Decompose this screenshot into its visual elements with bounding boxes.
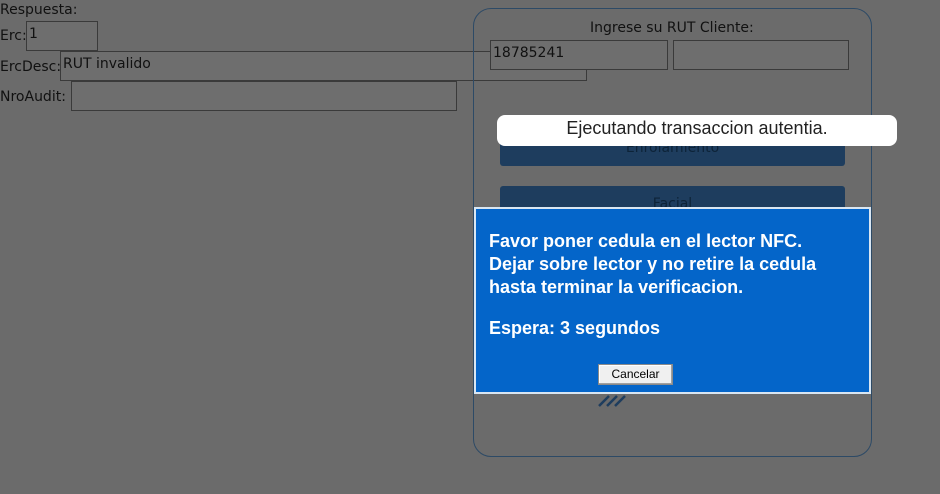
nroaudit-field[interactable]: [71, 81, 457, 111]
erc-field[interactable]: 1: [26, 21, 98, 51]
erc-label: Erc:: [0, 28, 27, 44]
nroaudit-label: NroAudit:: [0, 89, 66, 105]
rut-panel-title: Ingrese su RUT Cliente:: [590, 20, 754, 36]
cancel-button[interactable]: Cancelar: [598, 364, 673, 385]
ercdesc-label: ErcDesc:: [0, 59, 62, 75]
rut-input[interactable]: 18785241: [490, 40, 668, 70]
status-toast: Ejecutando transaccion autentia.: [497, 115, 897, 146]
dialog-message-line: Dejar sobre lector y no retire la cedula: [489, 254, 817, 274]
respuesta-label: Respuesta:: [0, 2, 78, 18]
dialog-message-line: Favor poner cedula en el lector NFC.: [489, 231, 803, 251]
dialog-message-line: hasta terminar la verificacion.: [489, 277, 744, 297]
dialog-countdown: Espera: 3 segundos: [489, 318, 661, 338]
dialog-message: Favor poner cedula en el lector NFC. Dej…: [489, 230, 859, 299]
nfc-dialog: Favor poner cedula en el lector NFC. Dej…: [474, 207, 871, 394]
loading-stripes-icon: [598, 395, 626, 407]
rut-dv-input[interactable]: [673, 40, 849, 70]
